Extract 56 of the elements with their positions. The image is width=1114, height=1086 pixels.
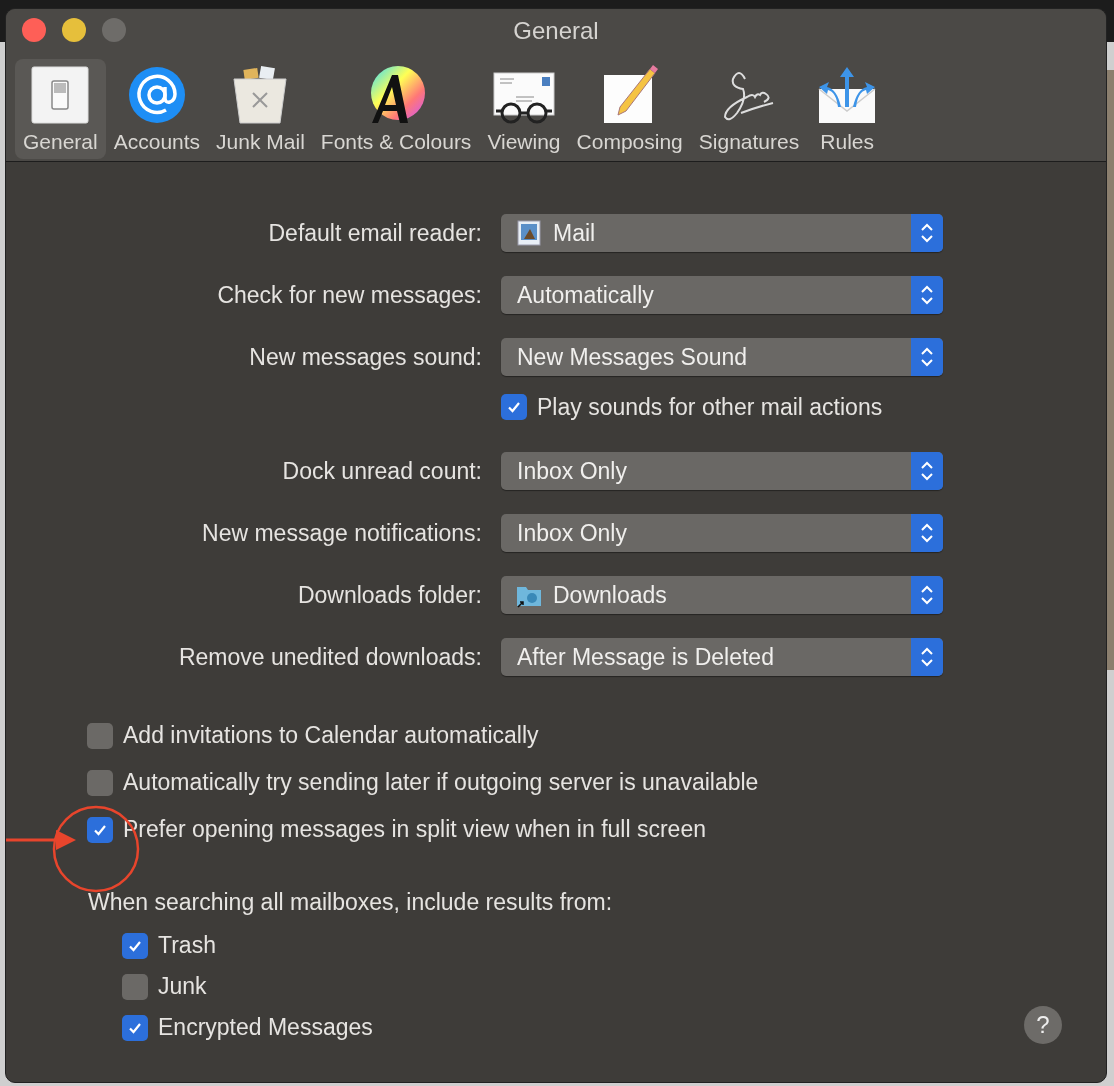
up-down-chevron-icon — [920, 584, 934, 606]
envelope-with-arrows-icon — [818, 67, 876, 123]
signature-icon — [724, 72, 774, 121]
popup-menu[interactable]: Downloads — [501, 576, 943, 614]
popup-menu[interactable]: New Messages Sound — [501, 338, 943, 376]
checkbox-label: Play sounds for other mail actions — [537, 393, 883, 421]
popup-menu[interactable]: After Message is Deleted — [501, 638, 943, 676]
close-button[interactable] — [22, 18, 46, 42]
toolbar-tab[interactable]: Rules — [807, 59, 888, 159]
checkbox-label: Automatically try sending later if outgoing server is unavailable — [123, 769, 759, 796]
up-down-chevron-icon — [920, 522, 934, 544]
field-label: Check for new messages: — [216, 281, 482, 309]
checkbox[interactable] — [122, 973, 148, 1000]
toolbar-tab[interactable]: General — [15, 59, 106, 159]
field-label: Downloads folder: — [296, 581, 482, 609]
checkbox[interactable] — [87, 769, 113, 796]
checkbox-label: Add invitations to Calendar automatically — [123, 722, 539, 749]
popup-menu[interactable]: Automatically — [501, 276, 943, 314]
toolbar-tab[interactable]: Fonts & Colours — [312, 59, 480, 159]
checkbox-label: Encrypted Messages — [158, 1014, 373, 1041]
checkbox-label: Trash — [158, 932, 216, 959]
envelope-with-glasses-icon — [493, 72, 555, 124]
field-label: New message notifications: — [201, 519, 482, 547]
popup-menu[interactable]: Inbox Only — [501, 514, 943, 552]
field-label: Default email reader: — [267, 219, 482, 247]
up-down-chevron-icon — [920, 284, 934, 306]
minimize-button[interactable] — [62, 18, 86, 42]
field-label: Dock unread count: — [281, 457, 482, 485]
checkbox[interactable] — [122, 932, 148, 959]
stamp-icon — [515, 219, 543, 247]
toolbar-tab[interactable]: Viewing — [479, 59, 569, 159]
up-down-chevron-icon — [920, 346, 934, 368]
field-label: New messages sound: — [248, 343, 482, 371]
toolbar-tab[interactable]: Junk Mail — [208, 59, 313, 159]
toolbar-tab[interactable]: Accounts — [105, 59, 209, 159]
up-down-chevron-icon — [920, 222, 934, 244]
up-down-chevron-icon — [920, 646, 934, 668]
checkbox[interactable] — [122, 1014, 148, 1041]
field-label: Remove unedited downloads: — [177, 643, 482, 671]
checkbox[interactable] — [87, 816, 113, 843]
help-button[interactable]: ? — [1024, 1006, 1062, 1044]
up-down-chevron-icon — [920, 460, 934, 482]
toolbar-tab[interactable]: Composing — [568, 59, 691, 159]
checkbox[interactable] — [87, 722, 113, 749]
paper-and-pencil-icon — [603, 65, 658, 123]
popup-menu[interactable]: Mail — [501, 214, 943, 252]
checkbox[interactable] — [501, 394, 527, 420]
light-switch-icon — [31, 66, 89, 124]
checkbox-label: Junk — [158, 973, 207, 1000]
color-wheel-icon — [371, 66, 426, 123]
trash-bin-icon — [233, 65, 287, 124]
section-label: When searching all mailboxes, include results from: — [88, 889, 614, 916]
window-title: General — [513, 17, 599, 44]
at-sign-icon — [128, 67, 185, 123]
popup-menu[interactable]: Inbox Only — [501, 452, 943, 490]
toolbar-tab[interactable]: Signatures — [690, 59, 808, 159]
